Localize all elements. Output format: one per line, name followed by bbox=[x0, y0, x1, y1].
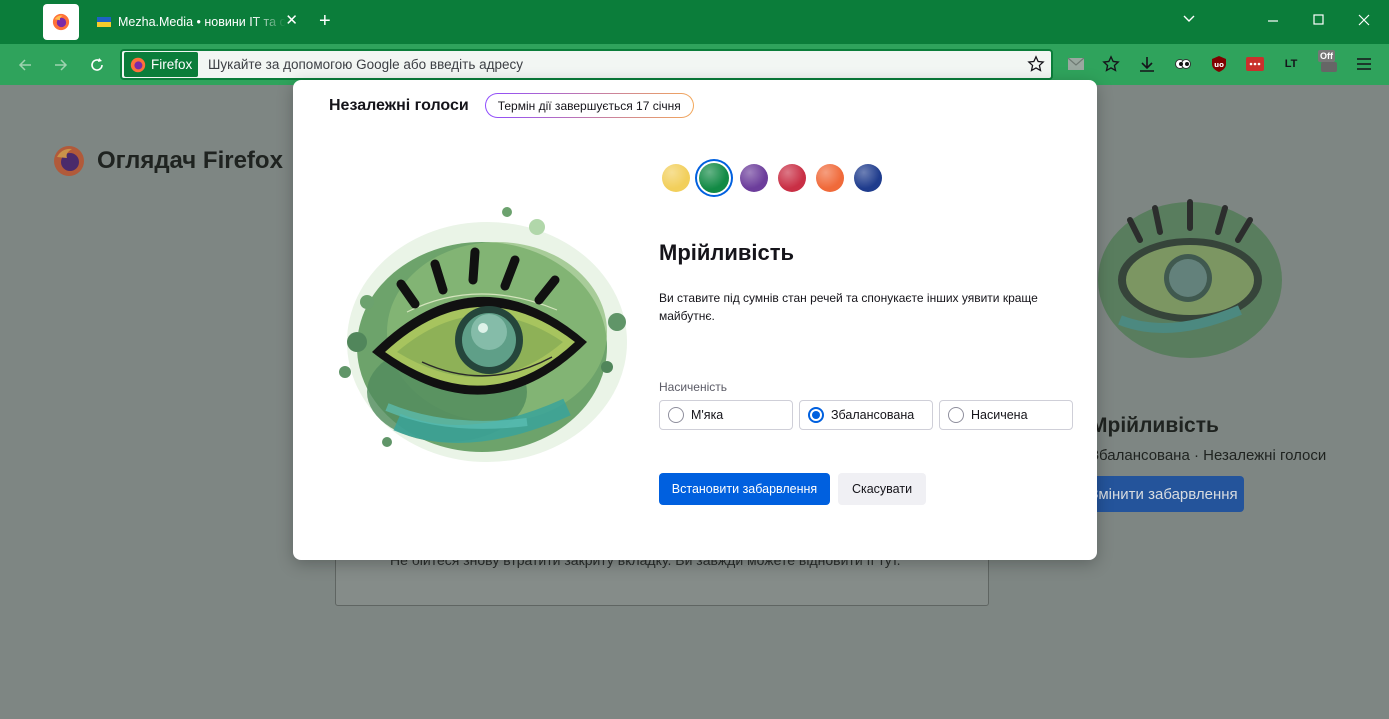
forward-icon[interactable] bbox=[51, 55, 71, 75]
firefox-logo-icon bbox=[54, 146, 84, 176]
swatch-green[interactable] bbox=[699, 163, 729, 193]
tab-bar: Mezha.Media • новини IT та огляди ✕ + bbox=[0, 0, 1389, 44]
variant-description: Ви ставите під сумнів стан речей та спон… bbox=[659, 291, 1038, 323]
back-icon[interactable] bbox=[15, 55, 35, 75]
menu-hamburger-icon[interactable] bbox=[1354, 54, 1374, 74]
extension-off-icon[interactable]: Off bbox=[1318, 50, 1338, 72]
list-all-tabs-icon[interactable] bbox=[1182, 12, 1196, 30]
ublock-origin-icon[interactable]: uo bbox=[1209, 54, 1229, 74]
svg-text:uo: uo bbox=[1214, 61, 1224, 69]
reload-icon[interactable] bbox=[87, 55, 107, 75]
collection-title: Незалежні голоси bbox=[329, 96, 469, 114]
radio-label: Насичена bbox=[971, 408, 1028, 422]
maximize-icon[interactable] bbox=[1312, 12, 1326, 30]
bookmark-star-icon[interactable] bbox=[1027, 55, 1045, 73]
intensity-soft-radio[interactable]: М'яка bbox=[659, 400, 793, 430]
tab-close-icon[interactable]: ✕ bbox=[285, 13, 298, 29]
expiry-badge: Термін дії завершується 17 січня bbox=[485, 93, 694, 118]
colorway-eye-illustration-background bbox=[1098, 199, 1282, 358]
swatch-orange[interactable] bbox=[816, 164, 844, 192]
intensity-label: Насиченість bbox=[659, 380, 728, 394]
radio-indicator[interactable] bbox=[948, 407, 964, 423]
variant-name: Мрійливість bbox=[659, 240, 795, 265]
extension-dots-icon[interactable] bbox=[1245, 54, 1265, 74]
radio-indicator[interactable] bbox=[808, 407, 824, 423]
swatch-red[interactable] bbox=[778, 164, 806, 192]
downloads-icon[interactable] bbox=[1137, 54, 1157, 74]
background-variant-title: Мрійливість bbox=[1090, 414, 1219, 437]
swatch-purple[interactable] bbox=[740, 164, 768, 192]
window-close-icon[interactable] bbox=[1357, 12, 1371, 30]
swatch-blue[interactable] bbox=[854, 164, 882, 192]
mail-icon[interactable] bbox=[1066, 54, 1086, 74]
identity-box[interactable]: Firefox bbox=[124, 52, 198, 77]
ukraine-flag-icon bbox=[97, 17, 111, 27]
pocket-star-icon[interactable] bbox=[1101, 54, 1121, 74]
url-input[interactable]: Шукайте за допомогою Google або введіть … bbox=[208, 57, 523, 72]
swatch-yellow[interactable] bbox=[662, 164, 690, 192]
colorway-eye-illustration bbox=[339, 207, 627, 462]
intensity-balanced-radio[interactable]: Збалансована bbox=[799, 400, 933, 430]
page-brand-title: Оглядач Firefox bbox=[97, 147, 283, 174]
intensity-bold-radio[interactable]: Насичена bbox=[939, 400, 1073, 430]
cancel-button[interactable]: Скасувати bbox=[838, 473, 926, 505]
intensity-radio-group: М'яка Збалансована Насичена bbox=[659, 400, 1079, 430]
firefox-icon bbox=[52, 13, 70, 31]
set-colorway-button[interactable]: Встановити забарвлення bbox=[659, 473, 830, 505]
pinned-tab-firefox-view[interactable] bbox=[43, 4, 79, 40]
new-tab-button[interactable]: + bbox=[319, 10, 331, 32]
colorway-swatches bbox=[662, 163, 892, 193]
modal-header: Незалежні голоси Термін дії завершується… bbox=[329, 93, 694, 118]
firefox-icon bbox=[130, 57, 146, 72]
radio-indicator[interactable] bbox=[668, 407, 684, 423]
identity-label: Firefox bbox=[151, 57, 193, 72]
minimize-icon[interactable] bbox=[1266, 12, 1280, 30]
extension-eyes-icon[interactable] bbox=[1173, 54, 1193, 74]
url-bar[interactable]: Firefox Шукайте за допомогою Google або … bbox=[120, 49, 1053, 80]
background-variant-subtitle: Збалансована · Незалежні голоси bbox=[1090, 447, 1327, 464]
colorway-modal: Незалежні голоси Термін дії завершується… bbox=[293, 80, 1097, 560]
tab-mezha-media[interactable]: Mezha.Media • новини IT та огляди ✕ bbox=[88, 4, 304, 40]
page-brand: Оглядач Firefox bbox=[53, 145, 283, 177]
languagetool-icon[interactable]: LT bbox=[1281, 54, 1301, 74]
tab-title: Mezha.Media • новини IT та огляди bbox=[118, 15, 286, 29]
change-colorway-button[interactable]: Змінити забарвлення bbox=[1083, 476, 1244, 512]
radio-label: Збалансована bbox=[831, 408, 915, 422]
radio-label: М'яка bbox=[691, 408, 724, 422]
